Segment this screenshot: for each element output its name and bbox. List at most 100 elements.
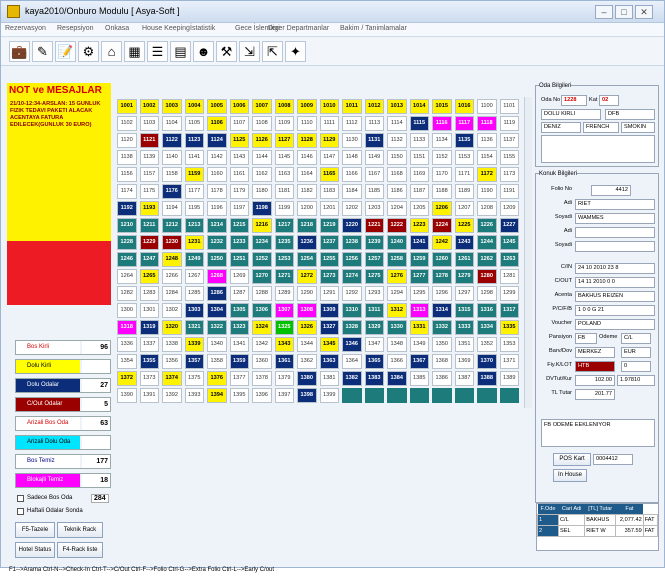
room-cell[interactable]: 1181 — [274, 184, 294, 199]
room-cell[interactable]: 1288 — [252, 286, 272, 301]
room-cell[interactable]: 1362 — [297, 354, 317, 369]
room-cell[interactable]: 1152 — [432, 150, 452, 165]
room-cell[interactable]: 1003 — [162, 99, 182, 114]
room-cell[interactable]: 1303 — [184, 303, 204, 318]
room-cell[interactable]: 1109 — [274, 116, 294, 131]
room-cell[interactable]: 1274 — [342, 269, 362, 284]
room-cell[interactable]: 1281 — [499, 269, 519, 284]
room-cell[interactable]: 1200 — [297, 201, 317, 216]
room-cell[interactable]: 1156 — [117, 167, 137, 182]
room-cell[interactable]: 1108 — [252, 116, 272, 131]
room-cell[interactable]: 1106 — [207, 116, 227, 131]
room-cell[interactable]: 1387 — [454, 371, 474, 386]
menu-8[interactable]: Bakim / Tanimlamalar — [340, 25, 407, 32]
room-cell[interactable]: 1182 — [297, 184, 317, 199]
room-cell[interactable]: 1262 — [477, 252, 497, 267]
room-cell[interactable]: 1010 — [319, 99, 339, 114]
room-cell[interactable]: 1107 — [229, 116, 249, 131]
room-cell[interactable]: 1168 — [387, 167, 407, 182]
calendar-icon[interactable]: ▦ — [124, 41, 145, 62]
room-cell[interactable]: 1197 — [229, 201, 249, 216]
room-cell[interactable]: 1194 — [162, 201, 182, 216]
room-cell[interactable]: 1330 — [387, 320, 407, 335]
room-cell[interactable]: 1335 — [499, 320, 519, 335]
room-cell[interactable]: 1339 — [184, 337, 204, 352]
room-cell[interactable]: 1159 — [184, 167, 204, 182]
room-cell[interactable]: 1280 — [477, 269, 497, 284]
room-cell[interactable]: 1100 — [477, 99, 497, 114]
room-cell[interactable]: 1283 — [139, 286, 159, 301]
room-cell[interactable]: 1344 — [297, 337, 317, 352]
room-cell[interactable]: 1271 — [274, 269, 294, 284]
room-cell[interactable]: 1192 — [117, 201, 137, 216]
room-cell[interactable]: 1311 — [364, 303, 384, 318]
room-cell[interactable]: 1270 — [252, 269, 272, 284]
room-cell[interactable]: 1301 — [139, 303, 159, 318]
room-cell[interactable]: 1102 — [117, 116, 137, 131]
room-cell[interactable]: 1115 — [409, 116, 429, 131]
room-cell[interactable]: 1331 — [409, 320, 429, 335]
close-icon[interactable]: ✕ — [635, 5, 653, 19]
room-cell[interactable]: 1224 — [432, 218, 452, 233]
room-cell[interactable]: 1254 — [297, 252, 317, 267]
room-cell[interactable]: 1193 — [139, 201, 159, 216]
room-cell[interactable]: 1372 — [117, 371, 137, 386]
room-cell[interactable]: 1232 — [207, 235, 227, 250]
room-cell[interactable]: 1133 — [409, 133, 429, 148]
currency-field[interactable]: EUR — [621, 347, 651, 358]
room-cell[interactable]: 1153 — [454, 150, 474, 165]
room-cell[interactable]: 1268 — [207, 269, 227, 284]
room-cell[interactable]: 1310 — [342, 303, 362, 318]
room-cell[interactable]: 1327 — [319, 320, 339, 335]
stat-row[interactable]: ✓Blokajli Temiz18 — [15, 473, 111, 488]
room-cell[interactable]: 1375 — [184, 371, 204, 386]
suitcase-icon[interactable]: 💼 — [9, 41, 30, 62]
room-cell[interactable]: 1255 — [319, 252, 339, 267]
room-cell[interactable]: 1350 — [432, 337, 452, 352]
room-cell[interactable]: 1141 — [184, 150, 204, 165]
room-cell[interactable]: 1206 — [432, 201, 452, 216]
room-cell[interactable]: 1151 — [409, 150, 429, 165]
room-cell[interactable]: 1322 — [207, 320, 227, 335]
room-cell[interactable]: 1114 — [387, 116, 407, 131]
room-cell[interactable]: 1349 — [409, 337, 429, 352]
room-cell[interactable]: 1123 — [184, 133, 204, 148]
minimize-icon[interactable]: – — [595, 5, 613, 19]
room-cell[interactable]: 1120 — [117, 133, 137, 148]
room-cell[interactable]: 1257 — [364, 252, 384, 267]
room-cell[interactable]: 1228 — [117, 235, 137, 250]
room-cell[interactable]: 1227 — [499, 218, 519, 233]
room-cell[interactable]: 1290 — [297, 286, 317, 301]
room-cell[interactable]: 1376 — [207, 371, 227, 386]
room-cell[interactable]: 1333 — [454, 320, 474, 335]
room-cell[interactable]: 1190 — [477, 184, 497, 199]
room-cell[interactable]: 1234 — [252, 235, 272, 250]
room-cell[interactable]: 1332 — [432, 320, 452, 335]
menu-3[interactable]: Onkasa — [105, 25, 129, 32]
folio-row[interactable]: 2 SEL RIET W 357.59 FAT — [536, 525, 659, 537]
room-cell[interactable]: 1324 — [252, 320, 272, 335]
room-cell[interactable]: 1361 — [274, 354, 294, 369]
room-cell[interactable]: 1392 — [162, 388, 182, 403]
room-cell[interactable]: 1146 — [297, 150, 317, 165]
room-cell[interactable]: 1388 — [477, 371, 497, 386]
room-cell[interactable]: 1226 — [477, 218, 497, 233]
room-cell[interactable]: 1385 — [409, 371, 429, 386]
room-cell[interactable]: 1266 — [162, 269, 182, 284]
room-cell[interactable]: 1393 — [184, 388, 204, 403]
room-cell[interactable]: 1116 — [432, 116, 452, 131]
stat-row[interactable]: ✓Bos Kirli96 — [15, 340, 111, 355]
room-cell[interactable]: 1365 — [364, 354, 384, 369]
room-cell[interactable]: 1325 — [274, 320, 294, 335]
room-cell[interactable]: 1134 — [432, 133, 452, 148]
room-cell[interactable]: 1172 — [477, 167, 497, 182]
tag-icon[interactable]: ✦ — [285, 41, 306, 62]
room-cell[interactable]: 1360 — [252, 354, 272, 369]
room-cell[interactable]: 1244 — [477, 235, 497, 250]
room-cell[interactable]: 1219 — [319, 218, 339, 233]
room-cell[interactable]: 1299 — [499, 286, 519, 301]
room-cell[interactable]: 1111 — [319, 116, 339, 131]
room-cell[interactable]: 1103 — [139, 116, 159, 131]
room-cell[interactable]: 1212 — [162, 218, 182, 233]
room-cell[interactable]: 1162 — [252, 167, 272, 182]
